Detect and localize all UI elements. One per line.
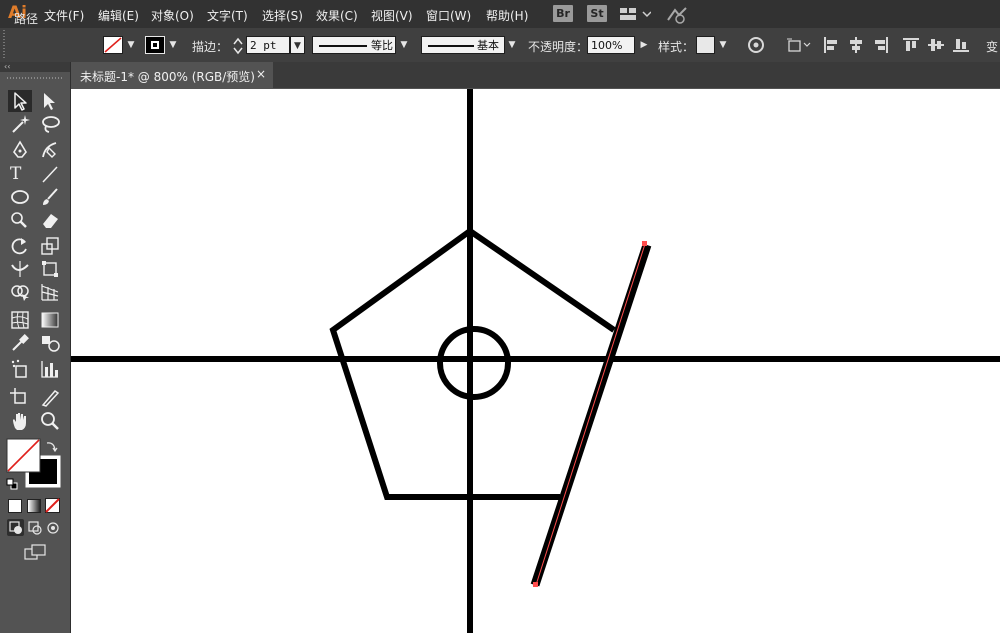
fill-dropdown-chevron-icon[interactable]: ▼ (124, 36, 138, 54)
variable-width-profile-dropdown[interactable]: 等比 (312, 36, 396, 54)
menu-type[interactable]: 文字(T) (207, 7, 248, 24)
width-tool-icon[interactable] (10, 259, 30, 279)
symbol-sprayer-tool-icon[interactable] (10, 359, 30, 379)
align-vertical-center-icon[interactable] (928, 37, 944, 53)
opacity-arrow-icon[interactable]: ▶ (637, 36, 651, 54)
document-tab-title: 未标题-1* @ 800% (RGB/预览) (80, 70, 255, 84)
gradient-tool-icon[interactable] (40, 310, 60, 330)
center-circle (437, 326, 511, 400)
type-tool-icon[interactable]: T (10, 164, 30, 184)
column-graph-tool-icon[interactable] (40, 359, 60, 379)
magic-wand-tool-icon[interactable] (10, 114, 30, 134)
line-segment-tool-icon[interactable] (40, 164, 60, 184)
curvature-tool-icon[interactable] (40, 140, 60, 160)
anchor-point-bottom (533, 582, 538, 587)
none-button-icon[interactable] (45, 498, 60, 513)
menu-select[interactable]: 选择(S) (262, 7, 303, 24)
zoom-tool-icon[interactable] (40, 411, 60, 431)
gradient-button[interactable] (27, 499, 41, 513)
menu-object[interactable]: 对象(O) (151, 7, 194, 24)
stroke-weight-stepper-icon[interactable] (232, 37, 244, 55)
hand-tool-icon[interactable] (10, 411, 30, 431)
eyedropper-tool-icon[interactable] (10, 333, 30, 353)
tools-panel-grip[interactable] (7, 77, 63, 79)
transform-label[interactable]: 变 (986, 38, 998, 55)
stock-button[interactable]: St (587, 5, 607, 22)
workspace-switcher-icon[interactable] (619, 7, 651, 21)
stroke-weight-input[interactable]: 2 pt (246, 36, 290, 54)
menu-edit[interactable]: 编辑(E) (98, 7, 139, 24)
blend-tool-icon[interactable] (40, 333, 60, 353)
lasso-tool-icon[interactable] (40, 114, 60, 134)
draw-behind-icon[interactable] (28, 521, 42, 535)
graphic-style-swatch[interactable] (696, 36, 715, 54)
menu-view[interactable]: 视图(V) (371, 7, 413, 24)
swap-fill-stroke-icon[interactable] (45, 439, 59, 453)
anchor-point-top (642, 241, 647, 246)
brush-definition-dropdown[interactable]: 基本 (421, 36, 505, 54)
object-type-label: 路径 (14, 12, 39, 26)
align-bottom-icon[interactable] (953, 37, 969, 53)
profile-label: 等比 (371, 39, 393, 52)
shape-builder-tool-icon[interactable] (10, 282, 30, 302)
selected-path-highlight (535, 243, 646, 586)
stroke-label[interactable]: 描边： (192, 38, 228, 55)
align-horizontal-center-icon[interactable] (848, 37, 864, 53)
eraser-tool-icon[interactable] (40, 210, 60, 230)
artwork[interactable] (71, 89, 1000, 633)
pentagon-path (329, 227, 616, 500)
paintbrush-tool-icon[interactable] (40, 187, 60, 207)
perspective-grid-tool-icon[interactable] (40, 282, 60, 302)
brush-line-icon (428, 45, 474, 47)
menu-effect[interactable]: 效果(C) (316, 7, 358, 24)
draw-inside-icon[interactable] (46, 521, 60, 535)
screen-mode-icon[interactable] (24, 544, 46, 560)
style-dropdown-chevron-icon[interactable]: ▼ (716, 36, 730, 54)
free-transform-tool-icon[interactable] (40, 259, 60, 279)
opacity-input[interactable]: 100% (587, 36, 635, 54)
opacity-label[interactable]: 不透明度： (528, 38, 588, 55)
profile-dropdown-chevron-icon[interactable]: ▼ (397, 36, 411, 54)
bridge-button[interactable]: Br (553, 5, 573, 22)
style-label: 样式： (658, 40, 695, 54)
color-button[interactable] (8, 499, 22, 513)
mesh-tool-icon[interactable] (10, 310, 30, 330)
draw-normal-icon[interactable] (9, 521, 23, 535)
recolor-artwork-icon[interactable] (747, 36, 765, 54)
align-top-icon[interactable] (903, 37, 919, 53)
rotate-tool-icon[interactable] (10, 236, 30, 256)
align-right-icon[interactable] (873, 37, 889, 53)
tools-panel-collapse[interactable]: ‹‹ (0, 62, 70, 72)
stroke-dropdown-chevron-icon[interactable]: ▼ (166, 36, 180, 54)
ellipse-tool-icon[interactable] (10, 187, 30, 207)
pen-tool-icon[interactable] (10, 140, 30, 160)
menu-window[interactable]: 窗口(W) (426, 7, 471, 24)
control-bar-grip[interactable] (3, 30, 5, 60)
align-left-icon[interactable] (823, 37, 839, 53)
default-fill-stroke-icon[interactable] (6, 478, 18, 490)
brush-dropdown-chevron-icon[interactable]: ▼ (505, 36, 519, 54)
fill-none-swatch[interactable] (103, 36, 123, 54)
menu-file[interactable]: 文件(F) (44, 7, 84, 24)
artboard-tool-icon[interactable] (10, 387, 30, 407)
menu-help[interactable]: 帮助(H) (486, 7, 528, 24)
brush-label: 基本 (477, 39, 499, 52)
stroke-swatch[interactable] (145, 36, 165, 54)
selection-tool-icon[interactable] (11, 91, 31, 111)
profile-line-icon (319, 45, 367, 47)
stroke-weight-chevron-icon[interactable]: ▼ (290, 36, 305, 54)
direct-selection-tool-icon[interactable] (40, 91, 60, 111)
shaper-tool-icon[interactable] (10, 210, 30, 230)
slice-tool-icon[interactable] (40, 387, 60, 407)
align-to-selection-icon[interactable] (786, 37, 812, 53)
gpu-performance-icon[interactable] (666, 6, 688, 24)
scale-tool-icon[interactable] (40, 236, 60, 256)
close-tab-icon[interactable]: × (256, 67, 266, 81)
